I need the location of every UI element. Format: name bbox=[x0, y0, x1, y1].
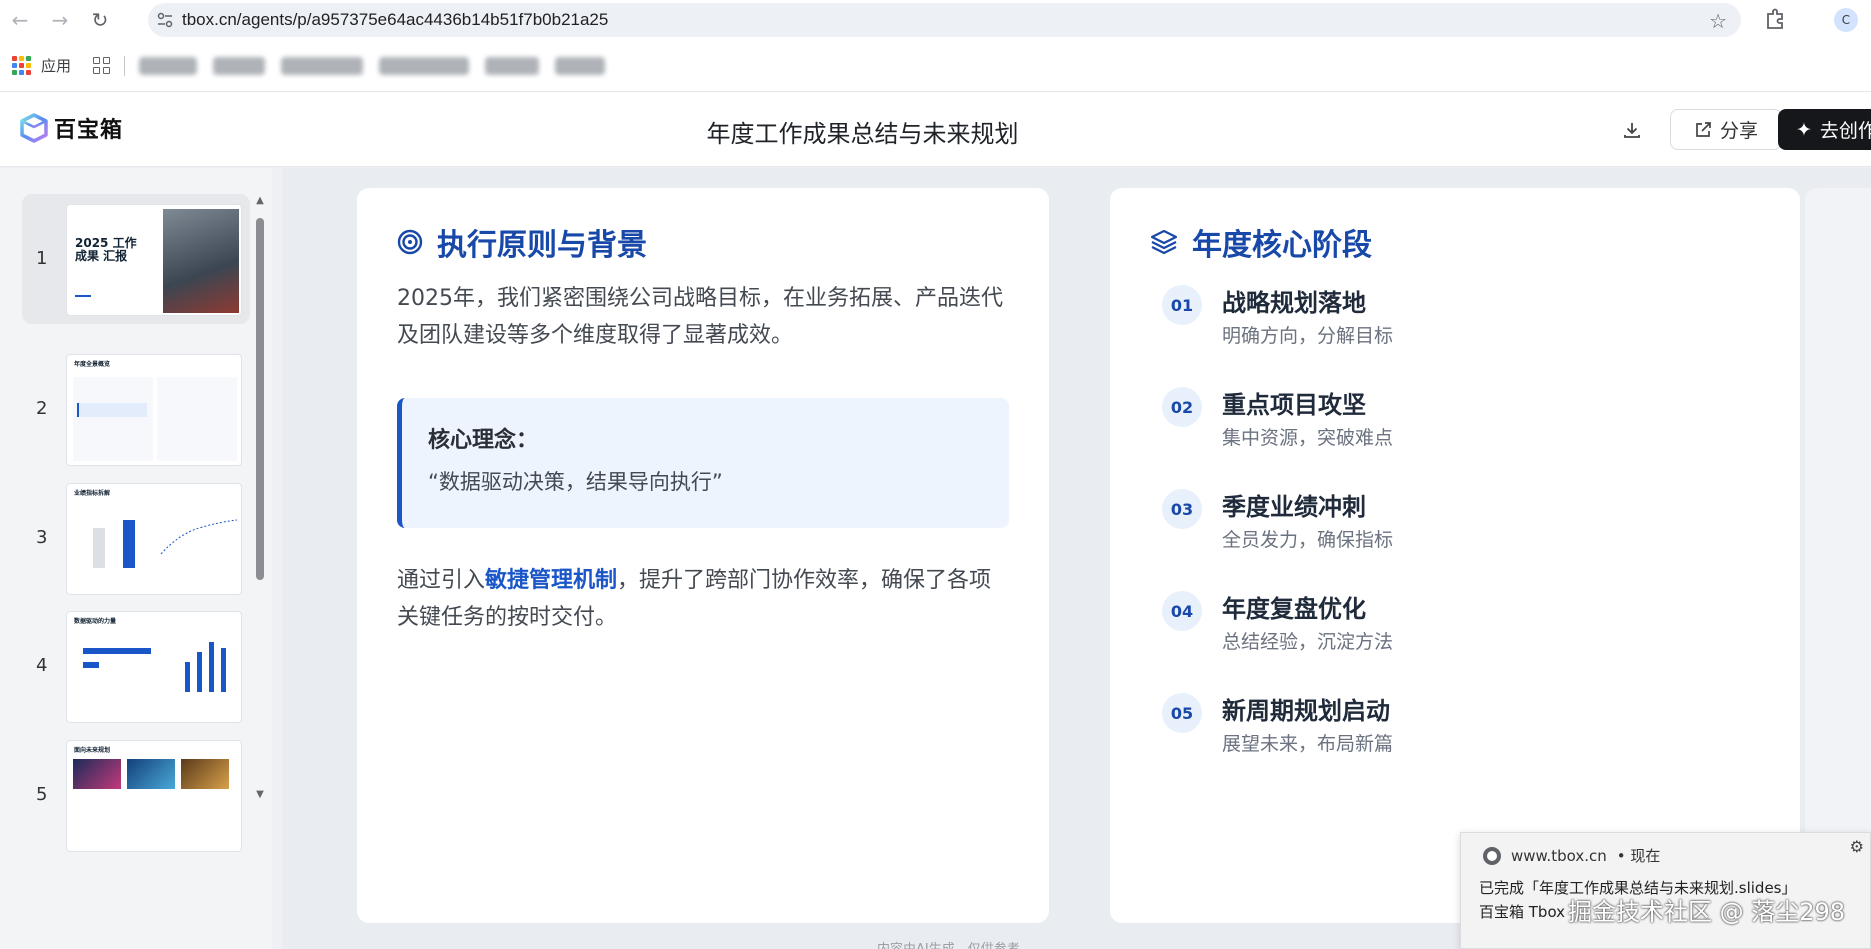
bookmarks-bar: 应用 bbox=[0, 40, 1871, 92]
para2-text: 通过引入 bbox=[397, 568, 486, 593]
principles-heading: 执行原则与背景 bbox=[397, 220, 647, 264]
stage-number-badge: 04 bbox=[1162, 591, 1202, 631]
target-icon bbox=[397, 229, 423, 255]
url-text[interactable]: tbox.cn/agents/p/a957375e64ac4436b14b51f… bbox=[182, 10, 608, 30]
bookmark-star-icon[interactable]: ☆ bbox=[1709, 9, 1727, 33]
stage-item: 02 重点项目攻坚 集中资源，突破难点 bbox=[1162, 387, 1722, 467]
thumbnail-slide-4[interactable]: 4 数据驱动的力量 bbox=[22, 601, 250, 731]
download-button[interactable] bbox=[1612, 110, 1652, 150]
thumbnail-preview: 业绩指标拆解 bbox=[66, 483, 242, 595]
bookmark-separator bbox=[124, 55, 126, 76]
download-icon bbox=[1624, 123, 1640, 138]
scroll-up-arrow-icon[interactable]: ▲ bbox=[255, 196, 265, 206]
stage-number-badge: 03 bbox=[1162, 489, 1202, 529]
core-stages-card: 年度核心阶段 01 战略规划落地 明确方向，分解目标 02 重点项目攻坚 集中资… bbox=[1110, 188, 1800, 923]
stage-item: 04 年度复盘优化 总结经验，沉淀方法 bbox=[1162, 591, 1722, 671]
principles-card: 执行原则与背景 2025年，我们紧密围绕公司战略目标，在业务拓展、产品迭代及团队… bbox=[357, 188, 1049, 923]
stage-title: 重点项目攻坚 bbox=[1222, 391, 1366, 419]
stage-description: 全员发力，确保指标 bbox=[1222, 529, 1394, 551]
thumbnail-title: 面向未来规划 bbox=[74, 747, 111, 754]
extensions-icon[interactable] bbox=[1764, 8, 1786, 34]
blurred-bookmarks bbox=[139, 56, 606, 75]
stage-title: 新周期规划启动 bbox=[1222, 697, 1390, 725]
stage-title: 战略规划落地 bbox=[1222, 289, 1366, 317]
thumbnail-preview: 年度全景概览 bbox=[66, 354, 242, 466]
thumbnail-title: 年度全景概览 bbox=[74, 361, 111, 368]
stage-number-badge: 02 bbox=[1162, 387, 1202, 427]
thumbnail-scrollbar[interactable]: ▲ ▼ bbox=[255, 196, 265, 920]
chrome-icon bbox=[1483, 846, 1501, 865]
principles-paragraph-1: 2025年，我们紧密围绕公司战略目标，在业务拓展、产品迭代及团队建设等多个维度取… bbox=[397, 286, 1003, 348]
thumbnail-number: 5 bbox=[36, 784, 48, 805]
thumbnail-number: 3 bbox=[36, 527, 48, 548]
scrollbar-thumb[interactable] bbox=[256, 218, 264, 580]
scroll-down-arrow-icon[interactable]: ▼ bbox=[255, 790, 265, 800]
thumbnail-slide-3[interactable]: 3 业绩指标拆解 bbox=[22, 473, 250, 603]
profile-avatar[interactable]: C bbox=[1834, 8, 1858, 32]
thumbnail-slide-2[interactable]: 2 年度全景概览 bbox=[22, 344, 250, 474]
thumbnail-slide-5[interactable]: 5 面向未来规划 bbox=[22, 730, 250, 860]
thumbnail-number: 4 bbox=[36, 655, 48, 676]
address-bar[interactable]: tbox.cn/agents/p/a957375e64ac4436b14b51f… bbox=[148, 3, 1741, 37]
back-icon[interactable]: ← bbox=[0, 0, 40, 40]
create-button[interactable]: ✦ 去创作 bbox=[1778, 109, 1871, 150]
thumbnail-number: 1 bbox=[36, 248, 48, 269]
sparkle-icon: ✦ bbox=[1796, 118, 1812, 141]
layers-icon bbox=[1150, 229, 1178, 255]
app-header: 百宝箱 年度工作成果总结与未来规划 分享 ✦ 去创作 bbox=[0, 92, 1871, 167]
create-label: 去创作 bbox=[1819, 120, 1871, 142]
stage-description: 明确方向，分解目标 bbox=[1222, 325, 1394, 347]
stage-number-badge: 05 bbox=[1162, 693, 1202, 733]
stage-title: 季度业绩冲刺 bbox=[1222, 493, 1366, 521]
building-photo bbox=[163, 209, 239, 313]
quote-text: “数据驱动决策，结果导向执行” bbox=[428, 470, 723, 494]
stage-description: 集中资源，突破难点 bbox=[1222, 427, 1394, 449]
notification-time: • 现在 bbox=[1616, 847, 1661, 865]
stage-number-badge: 01 bbox=[1162, 285, 1202, 325]
reload-icon[interactable]: ↻ bbox=[80, 0, 120, 40]
share-icon bbox=[1696, 121, 1711, 137]
browser-toolbar: ← → ↻ tbox.cn/agents/p/a957375e64ac4436b… bbox=[0, 0, 1871, 40]
stage-item: 03 季度业绩冲刺 全员发力，确保指标 bbox=[1162, 489, 1722, 569]
document-title: 年度工作成果总结与未来规划 bbox=[706, 120, 1019, 148]
thumbnail-preview: 数据驱动的力量 bbox=[66, 611, 242, 723]
share-button[interactable]: 分享 bbox=[1670, 109, 1782, 150]
download-notification[interactable]: www.tbox.cn • 现在 ⚙ 已完成「年度工作成果总结与未来规划.sli… bbox=[1460, 832, 1871, 949]
agile-highlight: 敏捷管理机制 bbox=[485, 568, 618, 593]
stage-title: 年度复盘优化 bbox=[1222, 595, 1366, 623]
share-label: 分享 bbox=[1719, 120, 1758, 142]
thumbnail-number: 2 bbox=[36, 398, 48, 419]
next-card-edge bbox=[1805, 188, 1871, 923]
gear-icon[interactable]: ⚙ bbox=[1850, 837, 1864, 856]
thumbnail-preview: 面向未来规划 bbox=[66, 740, 242, 852]
stages-heading-text: 年度核心阶段 bbox=[1192, 228, 1372, 263]
tab-groups-icon[interactable] bbox=[93, 57, 111, 74]
stage-description: 展望未来，布局新篇 bbox=[1222, 733, 1394, 755]
apps-icon[interactable] bbox=[12, 56, 31, 75]
thumbnail-title: 2025 工作成果 汇报 bbox=[75, 236, 137, 263]
watermark: 掘金技术社区 @ 落尘298 bbox=[1568, 898, 1846, 926]
stage-item: 01 战略规划落地 明确方向，分解目标 bbox=[1162, 285, 1722, 365]
notification-app-name: 百宝箱 Tbox bbox=[1479, 903, 1566, 921]
thumbnail-preview: 2025 工作成果 汇报 bbox=[66, 204, 242, 316]
notification-source: www.tbox.cn • 现在 bbox=[1483, 845, 1660, 866]
stage-item: 05 新周期规划启动 展望未来，布局新篇 bbox=[1162, 693, 1722, 773]
principles-paragraph-2: 通过引入敏捷管理机制，提升了跨部门协作效率，确保了各项关键任务的按时交付。 bbox=[397, 562, 1013, 636]
stages-heading: 年度核心阶段 bbox=[1150, 220, 1372, 264]
forward-icon[interactable]: → bbox=[40, 0, 80, 40]
slide-thumbnail-panel: 1 2025 工作成果 汇报 2 年度全景概览 3 业绩指标拆解 4 数据驱动的… bbox=[0, 168, 272, 949]
quote-title: 核心理念： bbox=[428, 428, 539, 453]
thumbnail-title: 数据驱动的力量 bbox=[74, 618, 117, 625]
site-info-icon[interactable] bbox=[148, 12, 182, 28]
core-concept-quote: 核心理念： “数据驱动决策，结果导向执行” bbox=[397, 398, 1009, 528]
thumbnail-slide-1[interactable]: 1 2025 工作成果 汇报 bbox=[22, 194, 250, 324]
stage-description: 总结经验，沉淀方法 bbox=[1222, 631, 1394, 653]
apps-bookmark[interactable]: 应用 bbox=[41, 55, 71, 76]
thumbnail-title: 业绩指标拆解 bbox=[74, 490, 111, 497]
principles-heading-text: 执行原则与背景 bbox=[437, 228, 647, 263]
ai-disclaimer-text: 内容由AI生成，仅供参考 bbox=[877, 938, 1020, 949]
notification-domain: www.tbox.cn bbox=[1511, 846, 1607, 865]
